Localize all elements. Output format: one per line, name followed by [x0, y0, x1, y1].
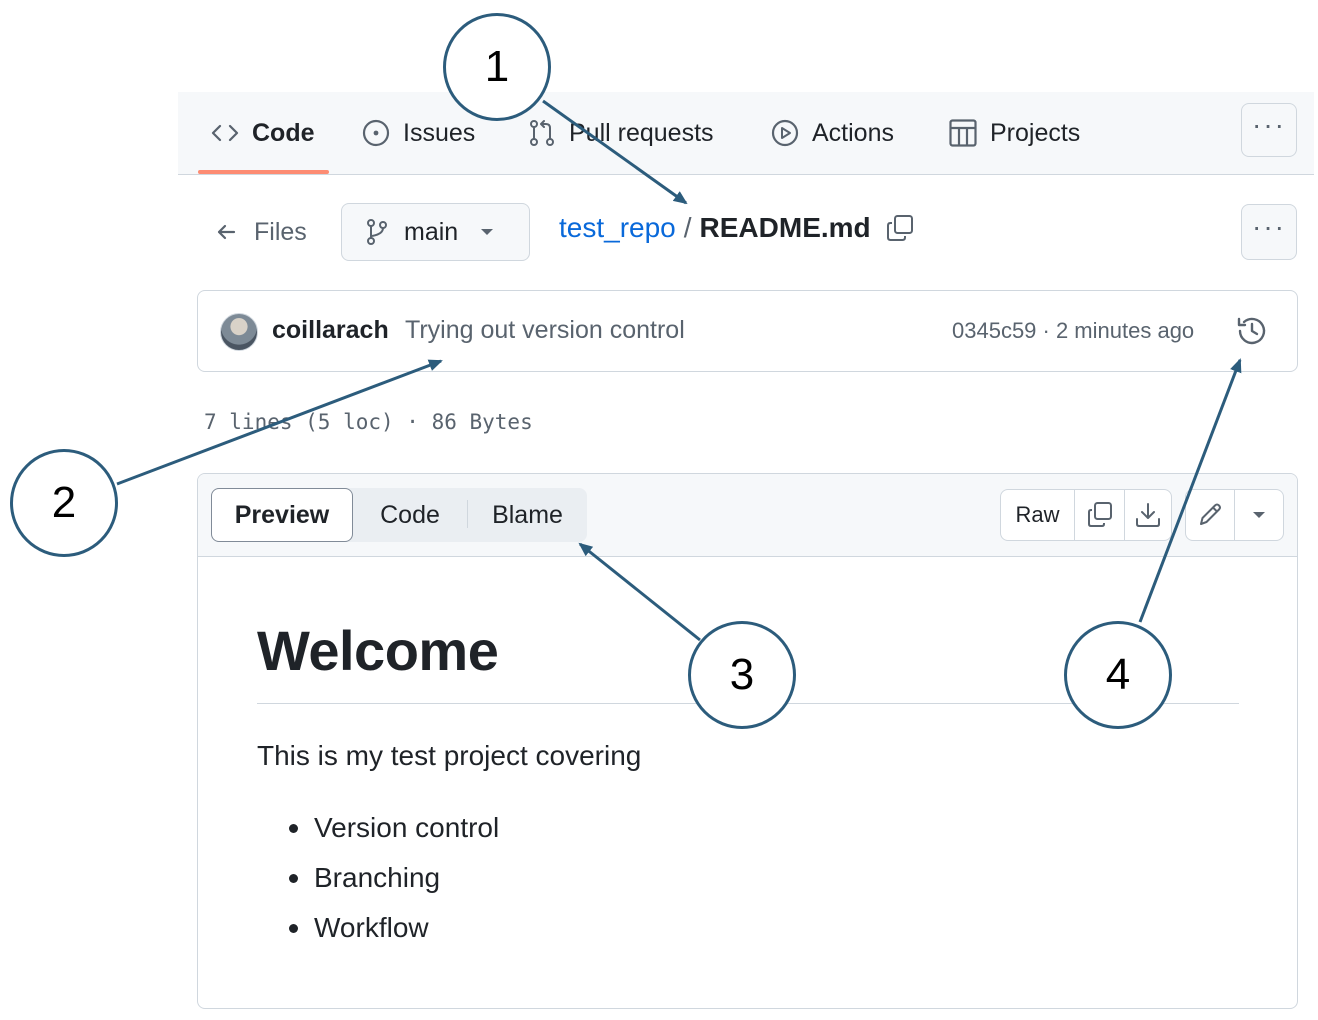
avatar[interactable] [220, 313, 258, 351]
copy-path-icon[interactable] [885, 213, 915, 243]
arrow-left-icon [217, 224, 236, 240]
callout-1: 1 [443, 13, 551, 121]
copy-icon [1087, 502, 1112, 527]
copy-raw-button[interactable] [1075, 490, 1125, 540]
callout-4: 4 [1064, 621, 1172, 729]
markdown-paragraph: This is my test project covering [257, 740, 642, 771]
files-back-link[interactable]: Files [214, 206, 307, 258]
repo-nav: Code Issues Pull requests Actions Projec… [178, 92, 1314, 175]
pencil-icon [1200, 503, 1221, 525]
history-icon[interactable] [1234, 313, 1270, 349]
git-branch-icon [367, 219, 387, 245]
download-button[interactable] [1125, 490, 1171, 540]
play-icon [771, 119, 799, 147]
nav-more-button[interactable]: ··· [1241, 103, 1297, 157]
pull-request-icon [530, 120, 554, 146]
list-item: Branching [286, 858, 499, 908]
list-item: Version control [286, 808, 499, 858]
list-item: Workflow [286, 908, 499, 958]
edit-dropdown-button[interactable] [1235, 490, 1283, 540]
tab-issues-label: Issues [403, 118, 476, 147]
kebab-icon: ··· [1252, 211, 1286, 242]
code-icon [211, 124, 239, 142]
repo-link[interactable]: test_repo [559, 212, 676, 244]
markdown-heading: Welcome [257, 619, 499, 682]
commit-sha-time[interactable]: 0345c59 · 2 minutes ago [952, 318, 1194, 344]
tab-code[interactable]: Code [198, 92, 328, 174]
tab-projects-label: Projects [990, 118, 1081, 147]
divider [467, 500, 468, 528]
kebab-icon: ··· [1252, 109, 1286, 140]
tab-code-label: Code [252, 118, 315, 147]
tab-pull-requests[interactable]: Pull requests [527, 92, 714, 174]
tab-preview[interactable]: Preview [211, 488, 353, 542]
branch-name: main [404, 217, 459, 246]
download-icon [1136, 503, 1160, 527]
callout-2: 2 [10, 449, 118, 557]
file-name: README.md [699, 212, 871, 243]
breadcrumb: test_repo / README.md [559, 212, 915, 244]
files-label: Files [254, 217, 307, 246]
file-info: 7 lines (5 loc) · 86 Bytes [204, 410, 533, 434]
edit-actions-group [1185, 489, 1284, 541]
tab-pull-requests-label: Pull requests [569, 118, 714, 147]
tab-code-view[interactable]: Code [355, 488, 465, 542]
file-more-button[interactable]: ··· [1241, 204, 1297, 260]
commit-message[interactable]: Trying out version control [405, 316, 685, 345]
commit-author[interactable]: coillarach [272, 316, 389, 345]
caret-down-icon [1253, 512, 1265, 518]
markdown-list: Version control Branching Workflow [286, 808, 499, 958]
tab-projects[interactable]: Projects [948, 92, 1080, 174]
breadcrumb-separator: / [683, 212, 692, 243]
table-icon [949, 119, 977, 147]
raw-button[interactable]: Raw [1001, 490, 1075, 540]
raw-actions-group: Raw [1000, 489, 1172, 541]
branch-selector[interactable]: main [341, 203, 530, 261]
tab-actions[interactable]: Actions [770, 92, 894, 174]
tab-actions-label: Actions [812, 118, 894, 147]
tab-blame[interactable]: Blame [470, 488, 585, 542]
edit-button[interactable] [1186, 490, 1235, 540]
callout-3: 3 [688, 621, 796, 729]
caret-down-icon [481, 229, 494, 235]
issue-icon [362, 119, 390, 147]
